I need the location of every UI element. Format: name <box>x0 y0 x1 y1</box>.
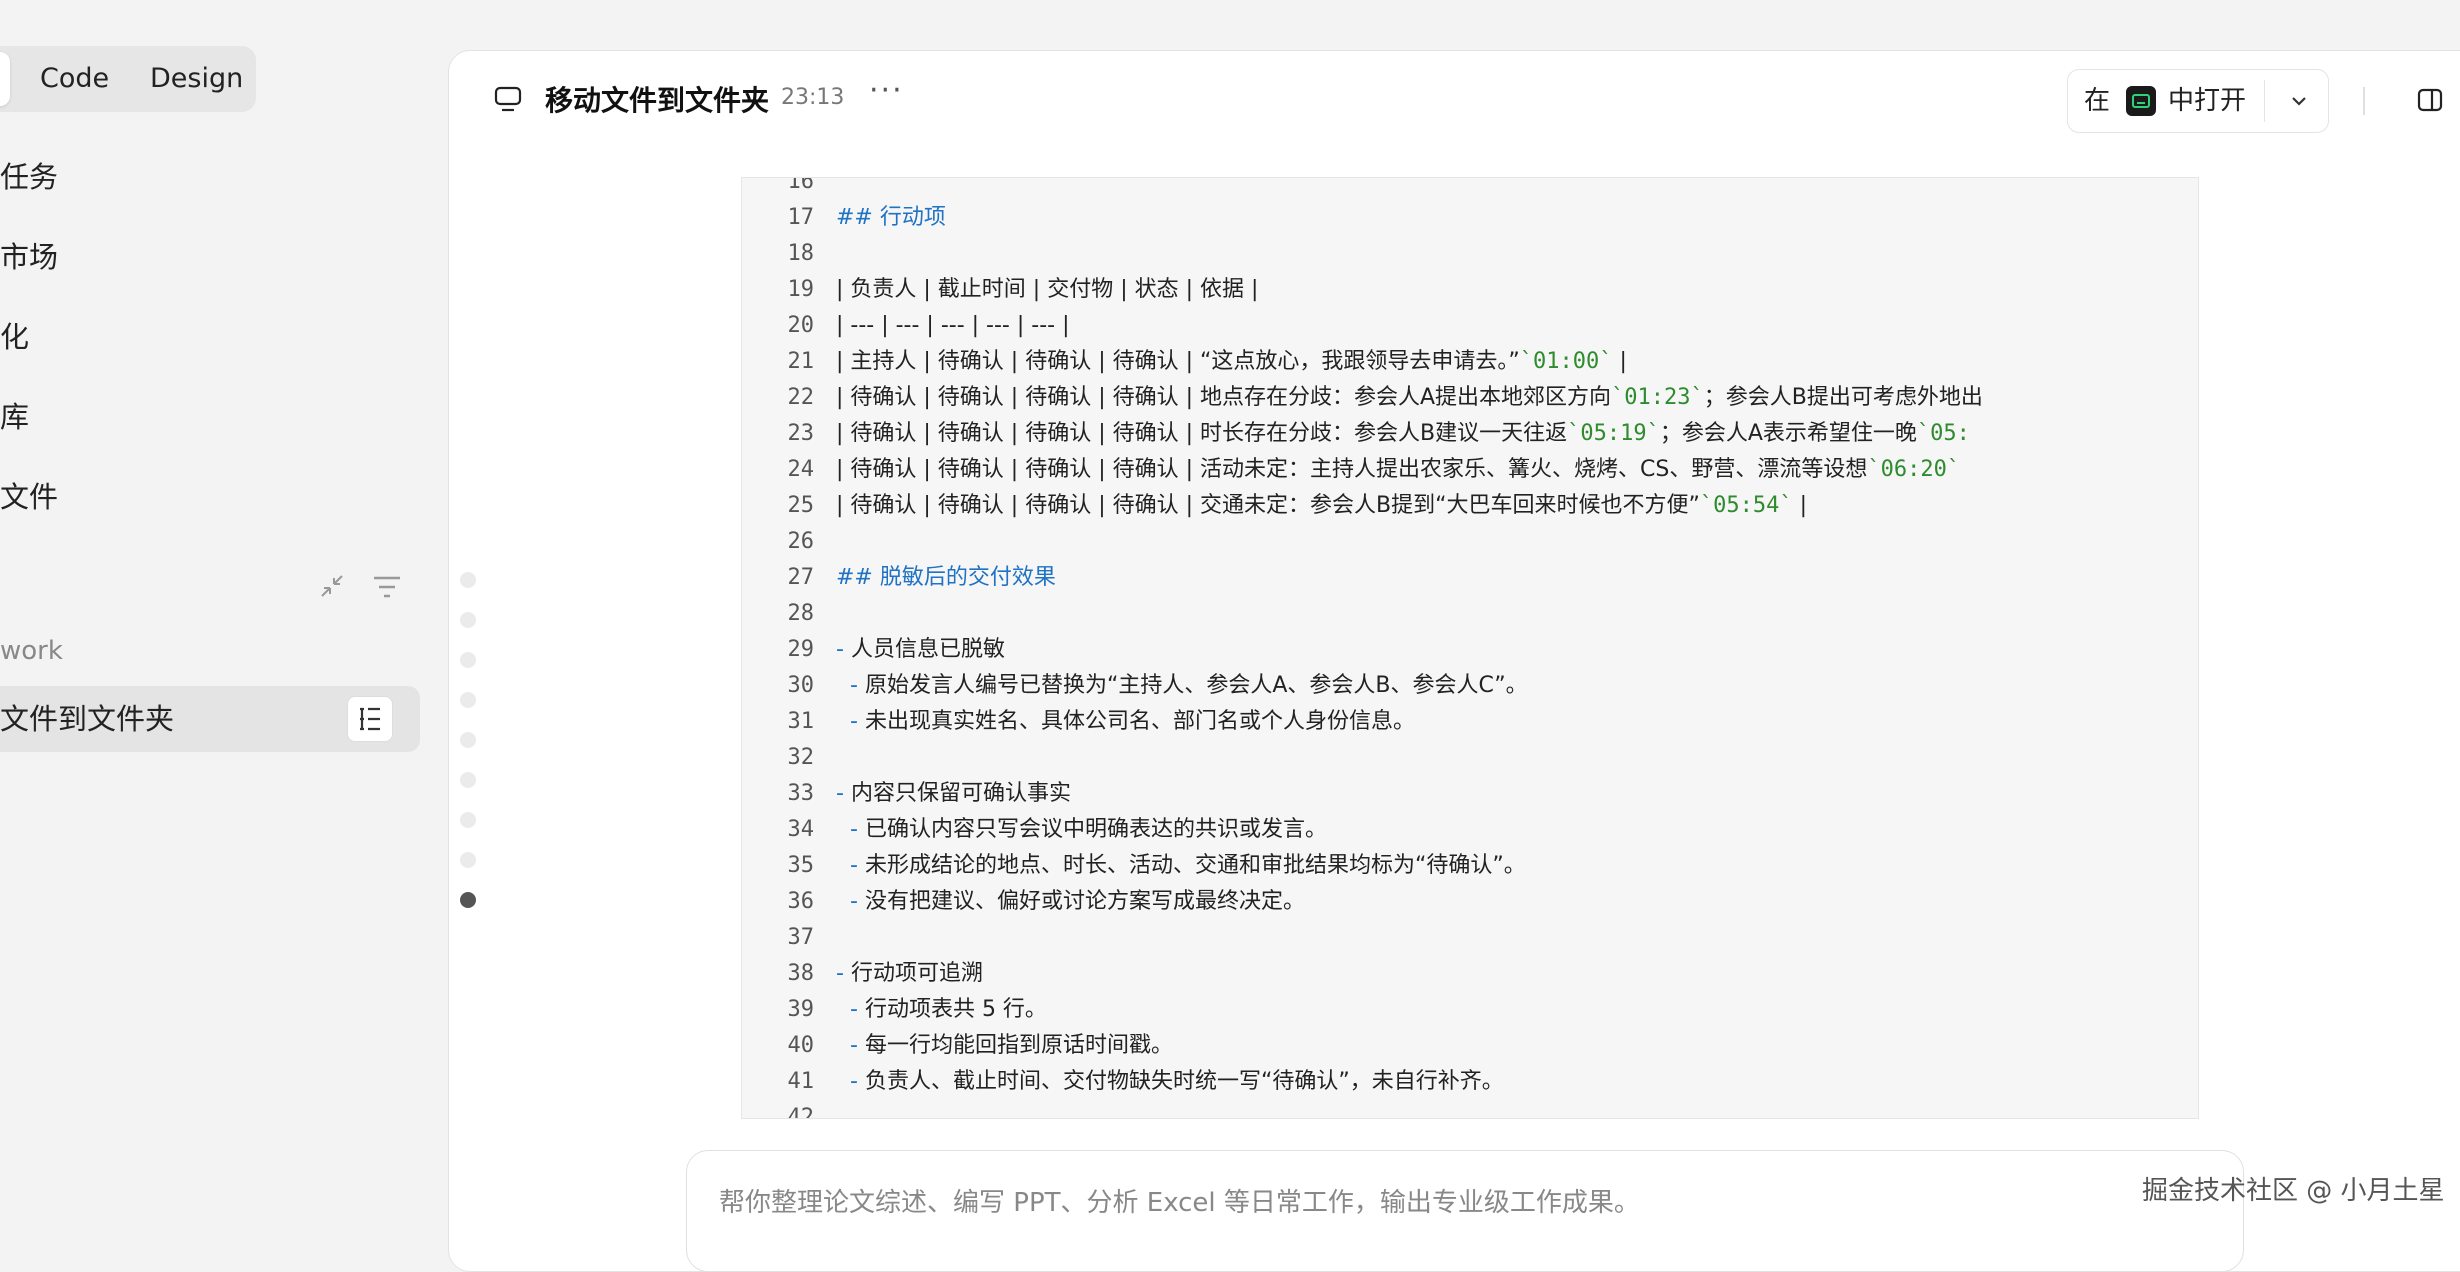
line-content: - 原始发言人编号已替换为“主持人、参会人A、参会人B、参会人C”。 <box>850 673 1528 698</box>
line-number: 38 <box>787 961 815 986</box>
timeline-dot[interactable] <box>460 772 476 788</box>
open-in-label: 在 <box>2084 86 2111 116</box>
line-number: 35 <box>787 853 815 878</box>
outline-icon[interactable] <box>347 696 393 742</box>
mode-segment-active[interactable] <box>0 52 10 106</box>
line-content: ## 行动项 <box>836 205 946 230</box>
line-number: 16 <box>787 177 815 194</box>
panel-toggle-icon[interactable] <box>2415 85 2445 119</box>
line-content: - 每一行均能回指到原话时间戳。 <box>850 1033 1173 1058</box>
sidebar-item-library[interactable]: 库 <box>0 394 29 436</box>
line-number: 39 <box>787 997 815 1022</box>
prompt-input[interactable] <box>717 1187 2021 1219</box>
line-content: - 人员信息已脱敏 <box>836 637 1005 662</box>
header: 移动文件到文件夹 23:13 ··· 在 中打开 <box>449 51 2460 147</box>
line-number: 24 <box>787 457 815 482</box>
line-number: 36 <box>787 889 815 914</box>
page-title: 移动文件到文件夹 <box>545 84 770 117</box>
line-number: 22 <box>787 385 815 410</box>
line-number: 20 <box>787 313 815 338</box>
timestamp: 23:13 <box>781 85 845 110</box>
line-number: 34 <box>787 817 815 842</box>
line-number: 42 <box>787 1105 815 1119</box>
timeline-dot[interactable] <box>460 652 476 668</box>
timeline-dot[interactable] <box>460 572 476 588</box>
line-content: - 行动项表共 5 行。 <box>850 997 1047 1022</box>
line-content: | 主持人 | 待确认 | 待确认 | 待确认 | “这点放心，我跟领导去申请去… <box>836 349 1627 374</box>
line-number: 18 <box>787 241 815 266</box>
timeline-dot[interactable] <box>460 812 476 828</box>
line-number: 17 <box>787 205 815 230</box>
sidebar: Code Design 任务 市场 化 库 文件 work 文件到文件夹 <box>0 0 448 1232</box>
line-content: | 待确认 | 待确认 | 待确认 | 待确认 | 活动未定：主持人提出农家乐、… <box>836 457 1961 482</box>
line-content: | 负责人 | 截止时间 | 交付物 | 状态 | 依据 | <box>836 277 1259 302</box>
open-in-app-label: 中打开 <box>2168 86 2247 116</box>
line-content: | --- | --- | --- | --- | --- | <box>836 313 1070 338</box>
line-number: 28 <box>787 601 815 626</box>
line-content: ## 脱敏后的交付效果 <box>836 565 1056 590</box>
line-number: 29 <box>787 637 815 662</box>
line-number: 37 <box>787 925 815 950</box>
filter-icon[interactable] <box>372 574 402 604</box>
line-number: 31 <box>787 709 815 734</box>
session-label: 文件到文件夹 <box>0 702 175 736</box>
header-divider <box>2363 87 2365 115</box>
open-button-divider <box>2264 80 2265 122</box>
line-content: - 负责人、截止时间、交付物缺失时统一写“待确认”，未自行补齐。 <box>850 1069 1504 1094</box>
line-content: | 待确认 | 待确认 | 待确认 | 待确认 | 交通未定：参会人B提到“大巴… <box>836 493 1808 518</box>
line-content: - 没有把建议、偏好或讨论方案写成最终决定。 <box>850 889 1305 914</box>
line-number: 19 <box>787 277 815 302</box>
line-number: 40 <box>787 1033 815 1058</box>
line-content: | 待确认 | 待确认 | 待确认 | 待确认 | 时长存在分歧：参会人B建议一… <box>836 421 1970 446</box>
timeline-dot-active[interactable] <box>460 892 476 908</box>
line-number: 23 <box>787 421 815 446</box>
open-in-app-button[interactable]: 在 中打开 <box>2067 69 2329 133</box>
line-content: - 未出现真实姓名、具体公司名、部门名或个人身份信息。 <box>850 709 1415 734</box>
chevron-down-icon[interactable] <box>2288 90 2310 116</box>
line-number: 27 <box>787 565 815 590</box>
timeline-dot[interactable] <box>460 852 476 868</box>
timeline-dot[interactable] <box>460 732 476 748</box>
chat-icon <box>493 85 523 117</box>
mode-switch: Code Design <box>0 46 256 112</box>
sidebar-item-3[interactable]: 化 <box>0 314 29 356</box>
app-icon <box>2126 86 2156 116</box>
line-number: 33 <box>787 781 815 806</box>
timeline-dot[interactable] <box>460 612 476 628</box>
sidebar-item-tasks[interactable]: 任务 <box>0 154 58 196</box>
line-number: 26 <box>787 529 815 554</box>
line-content: - 内容只保留可确认事实 <box>836 781 1071 806</box>
sidebar-item-market[interactable]: 市场 <box>0 234 58 276</box>
more-menu-icon[interactable]: ··· <box>869 73 904 108</box>
watermark: 掘金技术社区 @ 小月土星 <box>2142 1176 2445 1206</box>
line-number: 30 <box>787 673 815 698</box>
mode-code-button[interactable]: Code <box>40 46 109 112</box>
line-number: 32 <box>787 745 815 770</box>
line-number: 21 <box>787 349 815 374</box>
line-number: 25 <box>787 493 815 518</box>
session-item-active[interactable]: 文件到文件夹 <box>0 686 420 752</box>
line-content: - 已确认内容只写会议中明确表达的共识或发言。 <box>850 817 1327 842</box>
collapse-icon[interactable] <box>318 572 346 604</box>
section-label-work: work <box>0 636 63 666</box>
mode-design-button[interactable]: Design <box>150 46 243 112</box>
composer <box>686 1150 2244 1272</box>
line-number: 41 <box>787 1069 815 1094</box>
timeline-dot[interactable] <box>460 692 476 708</box>
sidebar-item-files[interactable]: 文件 <box>0 474 58 516</box>
line-content: - 行动项可追溯 <box>836 961 983 986</box>
line-content: - 未形成结论的地点、时长、活动、交通和审批结果均标为“待确认”。 <box>850 853 1526 878</box>
code-viewer: 16 17 ## 行动项 18 19 | 负责人 | 截止时间 | 交付物 | 状态 | … <box>741 177 2199 1119</box>
line-content: | 待确认 | 待确认 | 待确认 | 待确认 | 地点存在分歧：参会人A提出本… <box>836 385 1983 410</box>
